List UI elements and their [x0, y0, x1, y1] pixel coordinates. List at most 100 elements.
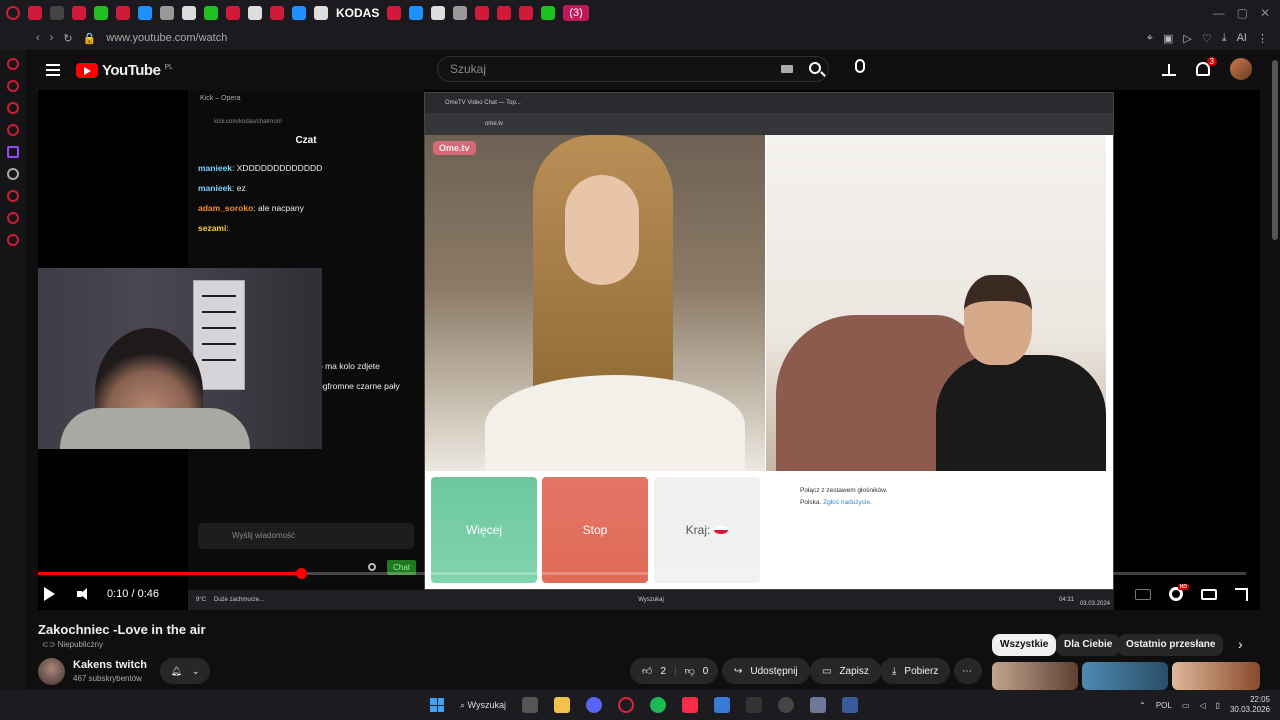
browser-tab-icon[interactable] [431, 6, 446, 20]
sidebar-item-9-icon[interactable] [7, 234, 19, 246]
browser-tab-icon[interactable] [387, 6, 402, 20]
chip-recent[interactable]: Ostatnio przesłane [1118, 634, 1224, 656]
recommended-thumbnail[interactable] [1082, 662, 1168, 690]
kick-chat-username[interactable]: sezami [198, 223, 226, 233]
recommended-thumbnail[interactable] [1172, 662, 1260, 690]
browser-tab-icon[interactable] [409, 6, 424, 20]
opera-logo-icon[interactable] [6, 6, 20, 20]
sidebar-item-1-icon[interactable] [7, 58, 19, 70]
notification-bell-button[interactable]: 🔔︎ ⌄ [160, 658, 210, 684]
screenshot-icon[interactable]: ▣ [1163, 32, 1173, 45]
heart-icon[interactable]: ♡ [1202, 32, 1212, 45]
reload-icon[interactable]: ↻ [63, 32, 72, 45]
settings-gear-icon[interactable]: HD [1169, 584, 1189, 601]
page-scrollbar[interactable] [1272, 50, 1278, 690]
stop-button[interactable]: Stop [542, 477, 648, 583]
hamburger-menu-icon[interactable] [46, 64, 60, 76]
browser-tab-icon[interactable] [270, 6, 284, 20]
chip-all[interactable]: Wszystkie [992, 634, 1057, 656]
channel-name[interactable]: Kakens twitch [73, 659, 147, 671]
network-icon[interactable]: ▭ [1182, 701, 1190, 710]
kick-settings-icon[interactable] [368, 563, 376, 571]
kick-chat-username[interactable]: adam_soroko [198, 203, 253, 213]
microphone-icon[interactable] [855, 59, 865, 73]
chip-for-you[interactable]: Dla Ciebie [1056, 634, 1121, 656]
play-icon[interactable] [44, 587, 55, 601]
browser-tab-icon[interactable] [497, 6, 512, 20]
chips-next-icon[interactable]: › [1238, 636, 1243, 652]
discord-icon[interactable] [585, 697, 602, 713]
search-input[interactable]: Szukaj [437, 56, 829, 82]
browser-tab-icon[interactable] [314, 6, 328, 20]
back-icon[interactable]: ‹ [36, 32, 40, 44]
menu-icon[interactable]: ⋮ [1257, 32, 1268, 45]
avatar[interactable] [1230, 58, 1252, 80]
sidebar-item-3-icon[interactable] [7, 102, 19, 114]
tab-kodas[interactable]: KODAS [336, 6, 379, 20]
volume-icon[interactable] [77, 588, 91, 600]
browser-tab-icon[interactable] [72, 6, 86, 20]
browser-tab-icon[interactable] [116, 6, 130, 20]
browser-tab-icon[interactable] [182, 6, 196, 20]
tab-youtube-active[interactable]: (3) [563, 5, 589, 21]
report-link[interactable]: Zgłoś nadużycie. [823, 499, 872, 506]
capcut-icon[interactable] [745, 697, 762, 713]
browser-tab-icon[interactable] [292, 6, 306, 20]
browser-tab-icon[interactable] [160, 6, 174, 20]
play-ext-icon[interactable]: ▷ [1183, 32, 1191, 45]
close-icon[interactable]: ✕ [1260, 6, 1270, 20]
x-icon[interactable] [7, 168, 19, 180]
progress-bar[interactable] [38, 568, 1246, 579]
fullscreen-icon[interactable] [1235, 587, 1248, 601]
browser-tab-icon[interactable] [226, 6, 240, 20]
browser-tab-icon[interactable] [475, 6, 490, 20]
video-player[interactable]: Kick – Opera kick.com/kodas/chatroom Cza… [38, 90, 1260, 610]
twitch-icon[interactable] [7, 146, 19, 158]
like-icon[interactable]: 👍︎ [642, 665, 652, 677]
url-field[interactable]: www.youtube.com/watch [106, 32, 227, 44]
minimize-icon[interactable]: — [1213, 6, 1225, 20]
more-button[interactable]: Więcej [431, 477, 537, 583]
sidebar-item-2-icon[interactable] [7, 80, 19, 92]
kick-message-input[interactable]: Wyślij wiadomość [198, 523, 414, 549]
dislike-count[interactable]: 0 [703, 666, 709, 677]
music-icon[interactable] [681, 697, 698, 713]
browser-tab-icon[interactable] [28, 6, 42, 20]
browser-tab-icon[interactable] [138, 6, 152, 20]
battery-icon[interactable]: ▯ [1216, 701, 1220, 710]
subtitles-icon[interactable] [1135, 588, 1151, 600]
keyboard-icon[interactable] [781, 65, 793, 73]
task-view-icon[interactable] [521, 697, 538, 713]
sidebar-item-8-icon[interactable] [7, 212, 19, 224]
browser-tab-icon[interactable] [453, 6, 468, 20]
search-icon[interactable] [809, 62, 821, 74]
spotify-icon[interactable] [649, 697, 666, 713]
download-icon[interactable]: ⤓ [1222, 32, 1227, 45]
theater-mode-icon[interactable] [1201, 588, 1217, 600]
taskbar-search[interactable]: ⌕ Wyszukaj [460, 700, 506, 711]
progress-scrubber[interactable] [295, 568, 307, 579]
kick-chat-username[interactable]: manieek [198, 163, 232, 173]
upload-icon[interactable] [1162, 62, 1176, 76]
language-indicator[interactable]: POL [1156, 701, 1172, 710]
notifications-bell-icon[interactable]: 3 [1196, 57, 1217, 76]
browser-tab-icon[interactable] [50, 6, 64, 20]
recommended-thumbnail[interactable] [992, 662, 1078, 690]
obs-icon[interactable] [777, 697, 794, 713]
kick-chat-username[interactable]: manieek [198, 183, 232, 193]
dislike-icon[interactable]: 👎︎ [685, 665, 695, 677]
sidebar-item-4-icon[interactable] [7, 124, 19, 136]
browser-tab-icon[interactable] [541, 6, 556, 20]
download-button[interactable]: ⤓ Pobierz [880, 658, 951, 684]
like-count[interactable]: 2 [660, 666, 666, 677]
ai-button[interactable]: AI [1237, 32, 1247, 45]
calculator-icon[interactable] [841, 697, 858, 713]
windows-start-icon[interactable] [430, 698, 444, 712]
more-actions-button[interactable]: ⋯ [954, 658, 982, 684]
browser-tab-icon[interactable] [248, 6, 262, 20]
app-icon[interactable] [713, 697, 730, 713]
share-button[interactable]: ↪ Udostępnij [722, 658, 810, 684]
forward-icon[interactable]: › [50, 32, 54, 44]
taskbar-clock[interactable]: 22:05 30.03.2026 [1230, 695, 1270, 715]
browser-tab-icon[interactable] [519, 6, 534, 20]
